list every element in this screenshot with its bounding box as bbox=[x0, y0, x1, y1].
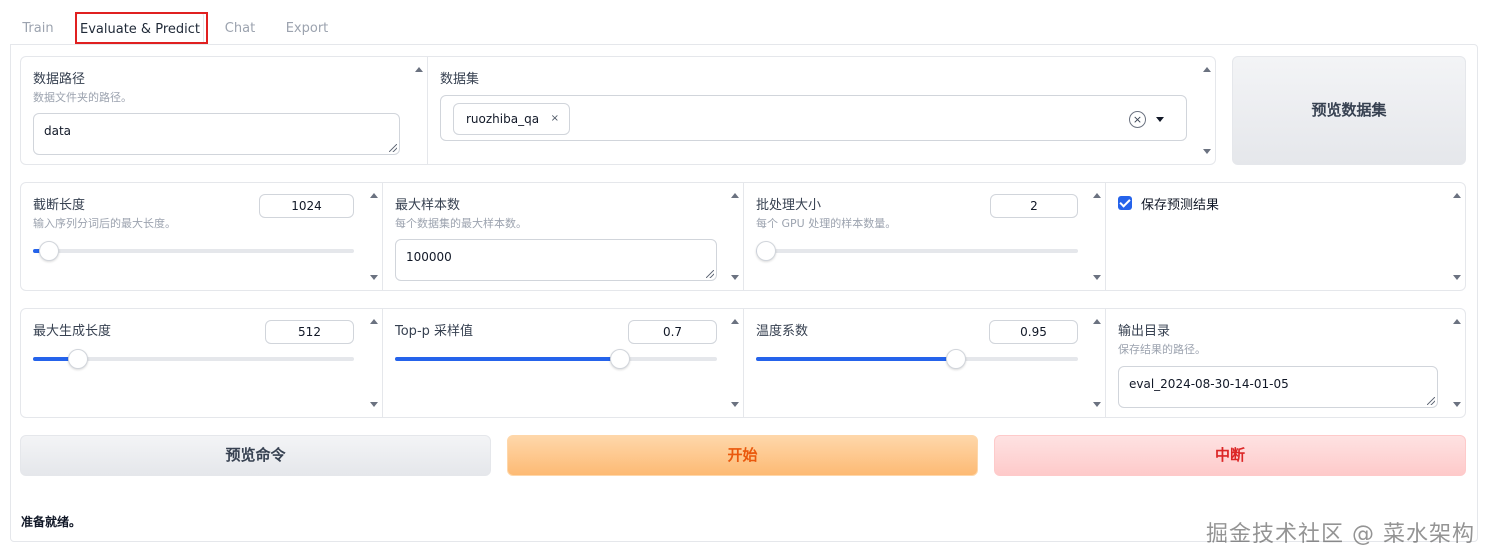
predict-block: 保存预测结果 bbox=[1105, 183, 1465, 290]
scroll-down-icon[interactable] bbox=[370, 275, 378, 280]
watermark: 掘金技术社区 @ 菜水架构 bbox=[1206, 522, 1475, 547]
dataset-block: 数据集 ruozhiba_qa × × bbox=[427, 57, 1215, 164]
dataset-label: 数据集 bbox=[440, 72, 480, 87]
scroll-up-icon[interactable] bbox=[731, 319, 739, 324]
start-button[interactable]: 开始 bbox=[507, 435, 978, 476]
top-p-slider[interactable] bbox=[395, 349, 717, 369]
scroll-up-icon[interactable] bbox=[1203, 67, 1211, 72]
scroll-up-icon[interactable] bbox=[415, 67, 423, 72]
scroll-up-icon[interactable] bbox=[1093, 193, 1101, 198]
scroll-up-icon[interactable] bbox=[370, 319, 378, 324]
batch-size-slider[interactable] bbox=[755, 241, 1078, 261]
dataset-dir-info: 数据文件夹的路径。 bbox=[33, 91, 132, 104]
temperature-slider[interactable] bbox=[756, 349, 1078, 369]
max-samples-info: 每个数据集的最大样本数。 bbox=[395, 217, 527, 230]
scroll-down-icon[interactable] bbox=[370, 402, 378, 407]
scroll-down-icon[interactable] bbox=[1453, 275, 1461, 280]
max-new-tokens-label: 最大生成长度 bbox=[33, 324, 112, 339]
chip-remove-icon[interactable]: × bbox=[551, 104, 559, 134]
dataset-dir-value: data bbox=[44, 124, 72, 138]
batch-size-input[interactable]: 2 bbox=[990, 194, 1078, 218]
dataset-chip-label: ruozhiba_qa bbox=[466, 112, 540, 126]
batch-size-label: 批处理大小 bbox=[756, 198, 822, 213]
tab-chat[interactable]: Chat bbox=[216, 12, 264, 46]
tab-export[interactable]: Export bbox=[280, 12, 334, 46]
dataset-row: 数据路径 数据文件夹的路径。 data 数据集 ruozhiba_qa × × bbox=[20, 56, 1216, 165]
output-dir-label: 输出目录 bbox=[1118, 324, 1171, 339]
max-new-tokens-block: 最大生成长度 512 bbox=[21, 309, 382, 417]
slider-thumb[interactable] bbox=[945, 349, 966, 369]
scroll-down-icon[interactable] bbox=[731, 275, 739, 280]
max-new-tokens-input[interactable]: 512 bbox=[265, 320, 354, 344]
preview-dataset-button[interactable]: 预览数据集 bbox=[1232, 56, 1466, 165]
cutoff-len-block: 截断长度 输入序列分词后的最大长度。 1024 bbox=[21, 183, 382, 290]
stop-button[interactable]: 中断 bbox=[994, 435, 1466, 476]
output-dir-value: eval_2024-08-30-14-01-05 bbox=[1129, 377, 1289, 391]
max-samples-value: 100000 bbox=[406, 250, 452, 264]
status-text: 准备就绪。 bbox=[21, 515, 82, 529]
batch-size-block: 批处理大小 每个 GPU 处理的样本数量。 2 bbox=[743, 183, 1105, 290]
scroll-up-icon[interactable] bbox=[731, 193, 739, 198]
max-samples-block: 最大样本数 每个数据集的最大样本数。 100000 bbox=[382, 183, 743, 290]
output-dir-block: 输出目录 保存结果的路径。 eval_2024-08-30-14-01-05 bbox=[1105, 309, 1465, 417]
slider-fill bbox=[395, 357, 621, 361]
slider-thumb[interactable] bbox=[67, 349, 88, 369]
dataset-dir-input[interactable]: data bbox=[33, 113, 400, 155]
scroll-up-icon[interactable] bbox=[370, 193, 378, 198]
predict-checkbox[interactable] bbox=[1118, 196, 1132, 210]
max-samples-input[interactable]: 100000 bbox=[395, 239, 717, 281]
chevron-down-icon[interactable] bbox=[1156, 117, 1164, 122]
dataset-dropdown[interactable]: ruozhiba_qa × × bbox=[440, 95, 1187, 141]
max-new-tokens-slider[interactable] bbox=[33, 349, 354, 369]
tab-evaluate-predict[interactable]: Evaluate & Predict bbox=[76, 12, 204, 46]
output-dir-info: 保存结果的路径。 bbox=[1118, 343, 1206, 356]
predict-label[interactable]: 保存预测结果 bbox=[1141, 194, 1219, 213]
cutoff-len-slider[interactable] bbox=[33, 241, 354, 261]
dataset-dir-label: 数据路径 bbox=[33, 72, 86, 87]
slider-thumb[interactable] bbox=[610, 349, 631, 369]
top-p-input[interactable]: 0.7 bbox=[628, 320, 717, 344]
resize-grip-icon[interactable] bbox=[1427, 397, 1435, 405]
scroll-up-icon[interactable] bbox=[1453, 193, 1461, 198]
temperature-input[interactable]: 0.95 bbox=[989, 320, 1078, 344]
cutoff-len-info: 输入序列分词后的最大长度。 bbox=[33, 217, 176, 230]
dataset-dir-block: 数据路径 数据文件夹的路径。 data bbox=[21, 57, 427, 164]
resize-grip-icon[interactable] bbox=[706, 270, 714, 278]
slider-thumb[interactable] bbox=[755, 241, 776, 261]
temperature-block: 温度系数 0.95 bbox=[743, 309, 1105, 417]
tab-train[interactable]: Train bbox=[10, 12, 66, 46]
scroll-up-icon[interactable] bbox=[1093, 319, 1101, 324]
batch-size-info: 每个 GPU 处理的样本数量。 bbox=[756, 217, 897, 230]
evaluate-panel: 数据路径 数据文件夹的路径。 data 数据集 ruozhiba_qa × × … bbox=[10, 44, 1478, 542]
resize-grip-icon[interactable] bbox=[389, 144, 397, 152]
temperature-label: 温度系数 bbox=[756, 324, 809, 339]
scroll-down-icon[interactable] bbox=[1093, 275, 1101, 280]
params-row-2: 最大生成长度 512 Top-p 采样值 0.7 温度系数 0.95 输出目录 … bbox=[20, 308, 1466, 418]
scroll-down-icon[interactable] bbox=[1453, 402, 1461, 407]
max-samples-label: 最大样本数 bbox=[395, 198, 461, 213]
slider-fill bbox=[756, 357, 956, 361]
scroll-down-icon[interactable] bbox=[1093, 402, 1101, 407]
slider-thumb[interactable] bbox=[39, 241, 60, 261]
scroll-down-icon[interactable] bbox=[731, 402, 739, 407]
params-row-1: 截断长度 输入序列分词后的最大长度。 1024 最大样本数 每个数据集的最大样本… bbox=[20, 182, 1466, 291]
preview-command-button[interactable]: 预览命令 bbox=[20, 435, 491, 476]
cutoff-len-label: 截断长度 bbox=[33, 198, 86, 213]
cutoff-len-input[interactable]: 1024 bbox=[259, 194, 354, 218]
scroll-down-icon[interactable] bbox=[1203, 149, 1211, 154]
clear-icon[interactable]: × bbox=[1129, 111, 1146, 128]
dataset-chip: ruozhiba_qa × bbox=[453, 103, 571, 135]
top-p-label: Top-p 采样值 bbox=[395, 324, 474, 339]
scroll-up-icon[interactable] bbox=[1453, 319, 1461, 324]
output-dir-input[interactable]: eval_2024-08-30-14-01-05 bbox=[1118, 366, 1438, 408]
top-p-block: Top-p 采样值 0.7 bbox=[382, 309, 743, 417]
